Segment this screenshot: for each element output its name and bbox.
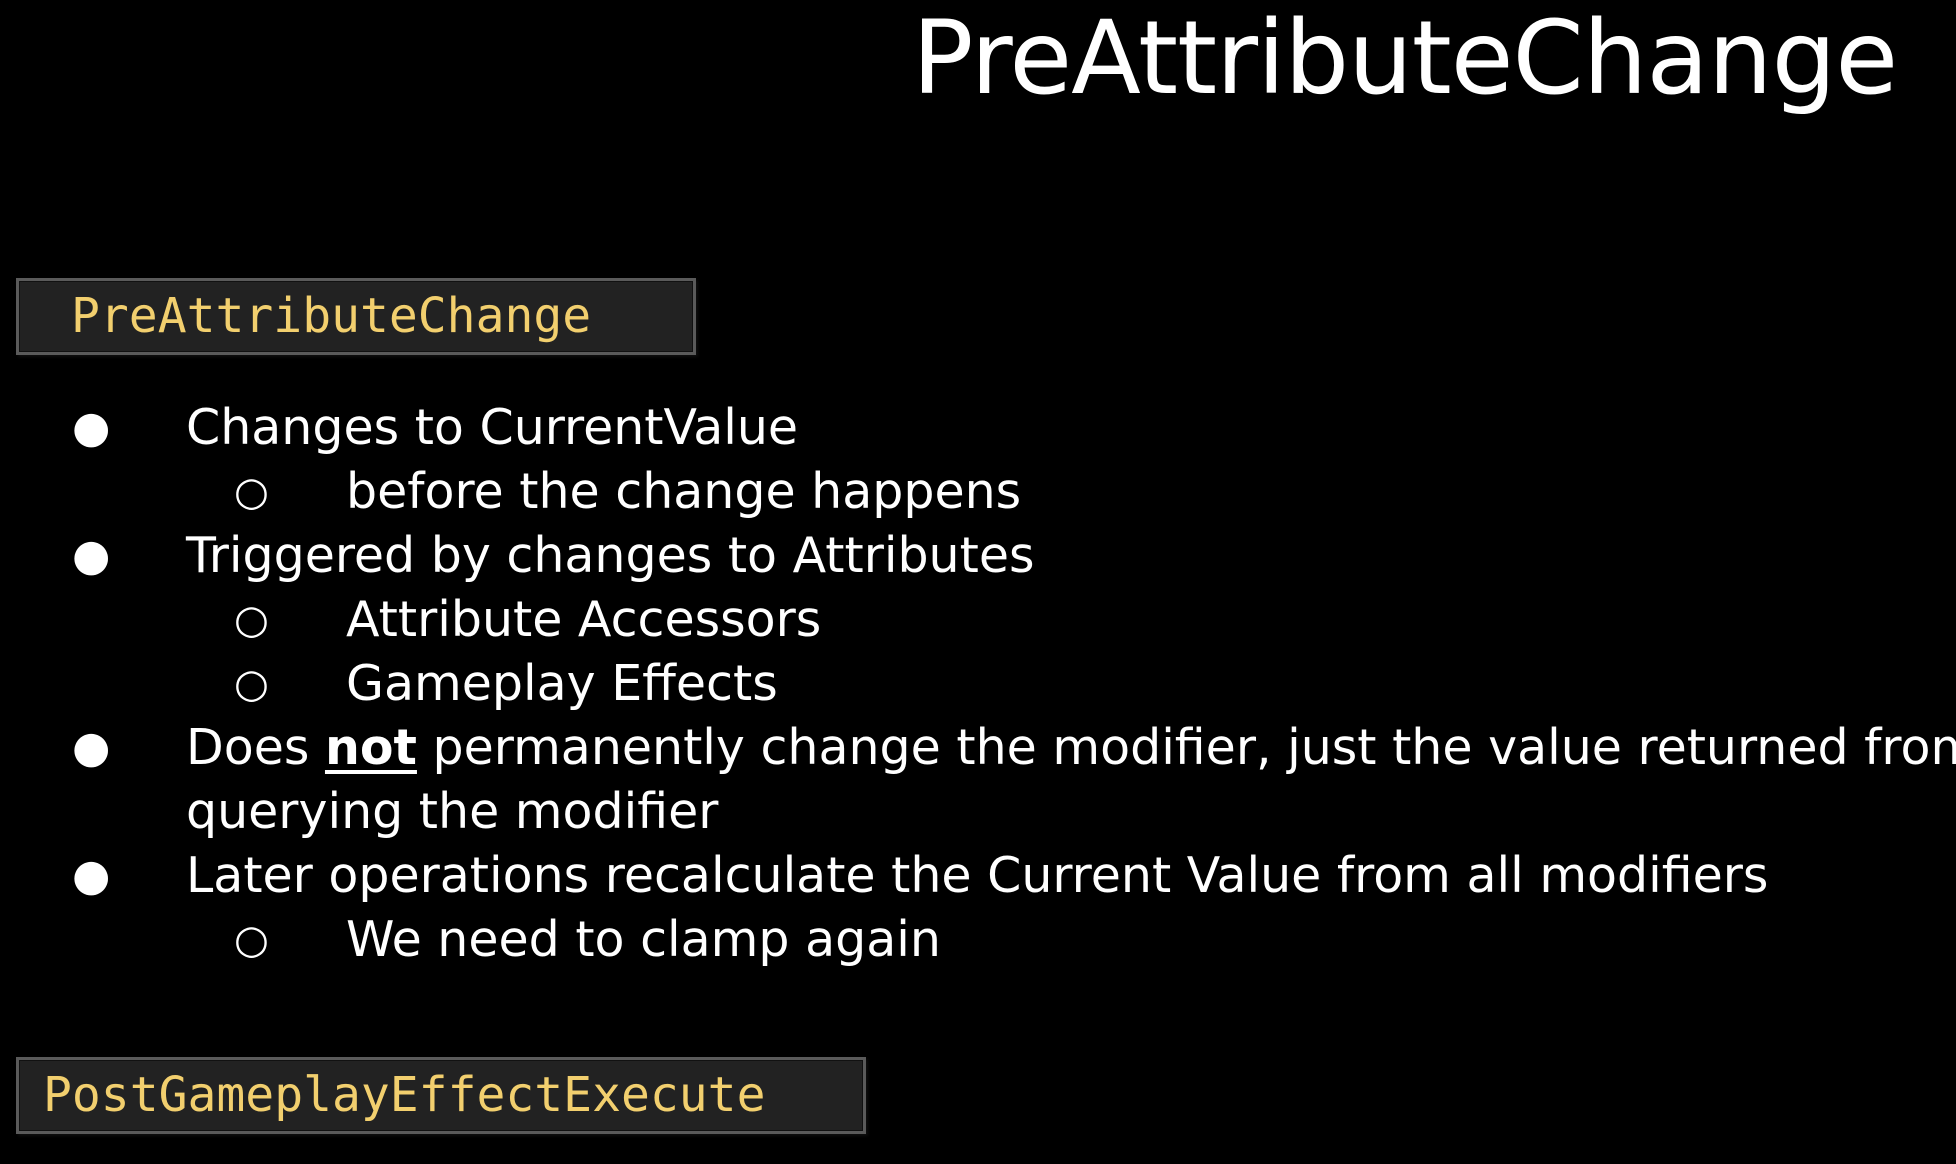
bullet-text: Changes to CurrentValue — [186, 399, 799, 456]
sub-bullet-text: Attribute Accessors — [346, 591, 822, 648]
sub-bullet-item: ○ Attribute Accessors — [0, 588, 1956, 652]
emphasized-word: not — [324, 719, 417, 776]
bullet-dot-icon: ● — [72, 850, 111, 901]
code-label-preattributechange: PreAttributeChange — [16, 278, 696, 355]
sub-bullet-circle-icon: ○ — [234, 597, 269, 643]
bullet-text-end: permanently change the modifier, just th… — [416, 719, 1956, 776]
sub-bullet-circle-icon: ○ — [234, 661, 269, 707]
sub-bullet-item: ○ We need to clamp again — [0, 908, 1956, 972]
sub-bullet-circle-icon: ○ — [234, 917, 269, 963]
bullet-dot-icon: ● — [72, 722, 111, 773]
bullet-text: Does not permanently change the modifier… — [186, 716, 1956, 780]
bullet-text-continued: querying the modifier — [186, 783, 719, 840]
bullet-text: Triggered by changes to Attributes — [186, 527, 1035, 584]
slide: PreAttributeChange PreAttributeChange ● … — [0, 0, 1956, 1164]
bullet-item: ● Later operations recalculate the Curre… — [0, 844, 1956, 908]
bullet-item: ● Triggered by changes to Attributes — [0, 524, 1956, 588]
bullet-text-start: Does — [186, 719, 325, 776]
bullet-dot-icon: ● — [72, 402, 111, 453]
sub-bullet-text: before the change happens — [346, 463, 1022, 520]
sub-bullet-circle-icon: ○ — [234, 469, 269, 515]
bullet-dot-icon: ● — [72, 530, 111, 581]
sub-bullet-item: ○ before the change happens — [0, 460, 1956, 524]
sub-bullet-text: We need to clamp again — [346, 911, 941, 968]
code-label-postgameplayeffectexecute: PostGameplayEffectExecute — [16, 1057, 866, 1134]
sub-bullet-item: ○ Gameplay Effects — [0, 652, 1956, 716]
bullet-item: ● Does not permanently change the modifi… — [0, 716, 1956, 780]
bullet-continuation: querying the modifier — [0, 780, 1956, 844]
bullet-text: Later operations recalculate the Current… — [186, 847, 1769, 904]
bullet-item: ● Changes to CurrentValue — [0, 396, 1956, 460]
slide-title: PreAttributeChange — [912, 0, 1898, 118]
bullet-list: ● Changes to CurrentValue ○ before the c… — [0, 396, 1956, 972]
sub-bullet-text: Gameplay Effects — [346, 655, 778, 712]
